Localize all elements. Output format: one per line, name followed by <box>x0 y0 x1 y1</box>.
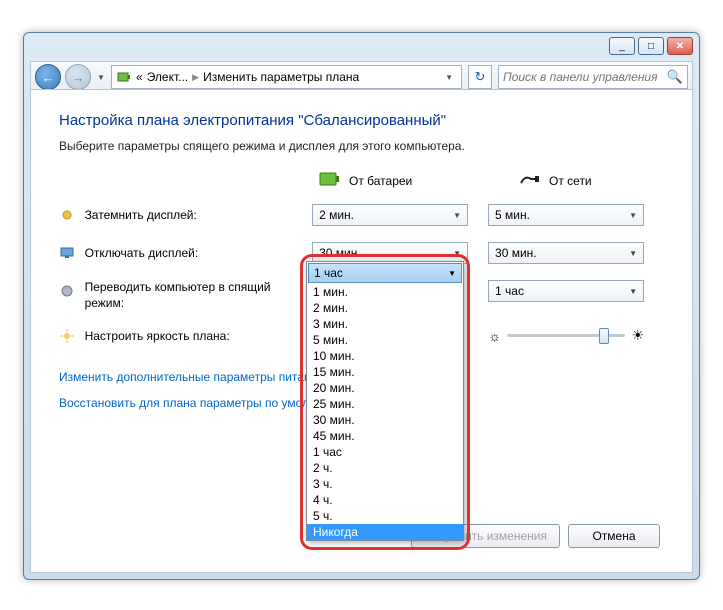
power-plan-icon <box>116 69 132 85</box>
dropdown-item[interactable]: 2 мин. <box>307 300 463 316</box>
dropdown-item[interactable]: 3 ч. <box>307 476 463 492</box>
column-battery: От батареи <box>319 171 459 190</box>
chevron-right-icon: ▶ <box>192 72 199 83</box>
address-dropdown-icon[interactable]: ▼ <box>441 73 457 82</box>
dropdown-item[interactable]: Никогда <box>307 524 463 540</box>
dropdown-item[interactable]: 15 мин. <box>307 364 463 380</box>
monitor-icon <box>59 245 75 261</box>
dropdown-item[interactable]: 2 ч. <box>307 460 463 476</box>
dropdown-item[interactable]: 30 мин. <box>307 412 463 428</box>
crumb-prev: « <box>136 70 143 84</box>
off-mains-select[interactable]: 30 мин.▼ <box>488 242 644 264</box>
dropdown-item[interactable]: 1 мин. <box>307 284 463 300</box>
dropdown-list: 1 мин.2 мин.3 мин.5 мин.10 мин.15 мин.20… <box>307 284 463 540</box>
brightness-mains-slider[interactable]: ☼ ☀ <box>488 327 644 344</box>
moon-icon <box>59 283 75 299</box>
search-icon[interactable]: 🔍 <box>667 69 683 85</box>
dropdown-item[interactable]: 20 мин. <box>307 380 463 396</box>
column-mains: От сети <box>519 171 659 190</box>
sun-dim-icon: ☼ <box>488 328 501 344</box>
page-title: Настройка плана электропитания "Сбаланси… <box>59 112 664 129</box>
dim-battery-select[interactable]: 2 мин.▼ <box>312 204 468 226</box>
refresh-button[interactable]: ↻ <box>468 65 492 89</box>
nav-back-button[interactable]: ← <box>35 64 61 90</box>
dropdown-item[interactable]: 5 мин. <box>307 332 463 348</box>
dropdown-selected[interactable]: 1 час▼ <box>308 263 462 283</box>
sun-icon <box>59 328 75 344</box>
dropdown-item[interactable]: 5 ч. <box>307 508 463 524</box>
plug-icon <box>519 171 541 190</box>
row-dim-display: Затемнить дисплей: 2 мин.▼ 5 мин.▼ <box>59 204 664 226</box>
sleep-mains-select[interactable]: 1 час▼ <box>488 280 644 302</box>
sleep-battery-dropdown-open[interactable]: 1 час▼ 1 мин.2 мин.3 мин.5 мин.10 мин.15… <box>306 261 464 541</box>
dropdown-item[interactable]: 10 мин. <box>307 348 463 364</box>
dim-icon <box>59 207 75 223</box>
address-bar[interactable]: « Элект... ▶ Изменить параметры плана ▼ <box>111 65 462 89</box>
cancel-button[interactable]: Отмена <box>568 524 660 548</box>
dropdown-item[interactable]: 4 ч. <box>307 492 463 508</box>
crumb-current[interactable]: Изменить параметры плана <box>203 70 359 84</box>
nav-history-dropdown[interactable]: ▼ <box>95 67 107 87</box>
sun-bright-icon: ☀ <box>631 327 644 344</box>
search-box[interactable]: 🔍 <box>498 65 688 89</box>
dropdown-item[interactable]: 25 мин. <box>307 396 463 412</box>
close-button[interactable]: ✕ <box>667 37 693 55</box>
battery-icon <box>319 171 341 190</box>
page-subtitle: Выберите параметры спящего режима и дисп… <box>59 139 664 153</box>
search-input[interactable] <box>503 70 667 84</box>
maximize-button[interactable]: □ <box>638 37 664 55</box>
dropdown-item[interactable]: 1 час <box>307 444 463 460</box>
dropdown-item[interactable]: 3 мин. <box>307 316 463 332</box>
minimize-button[interactable]: _ <box>609 37 635 55</box>
nav-forward-button[interactable]: → <box>65 64 91 90</box>
dropdown-item[interactable]: 45 мин. <box>307 428 463 444</box>
crumb-short[interactable]: Элект... <box>147 70 188 84</box>
dim-mains-select[interactable]: 5 мин.▼ <box>488 204 644 226</box>
slider-thumb[interactable] <box>599 328 609 344</box>
titlebar: _ □ ✕ <box>24 33 699 43</box>
